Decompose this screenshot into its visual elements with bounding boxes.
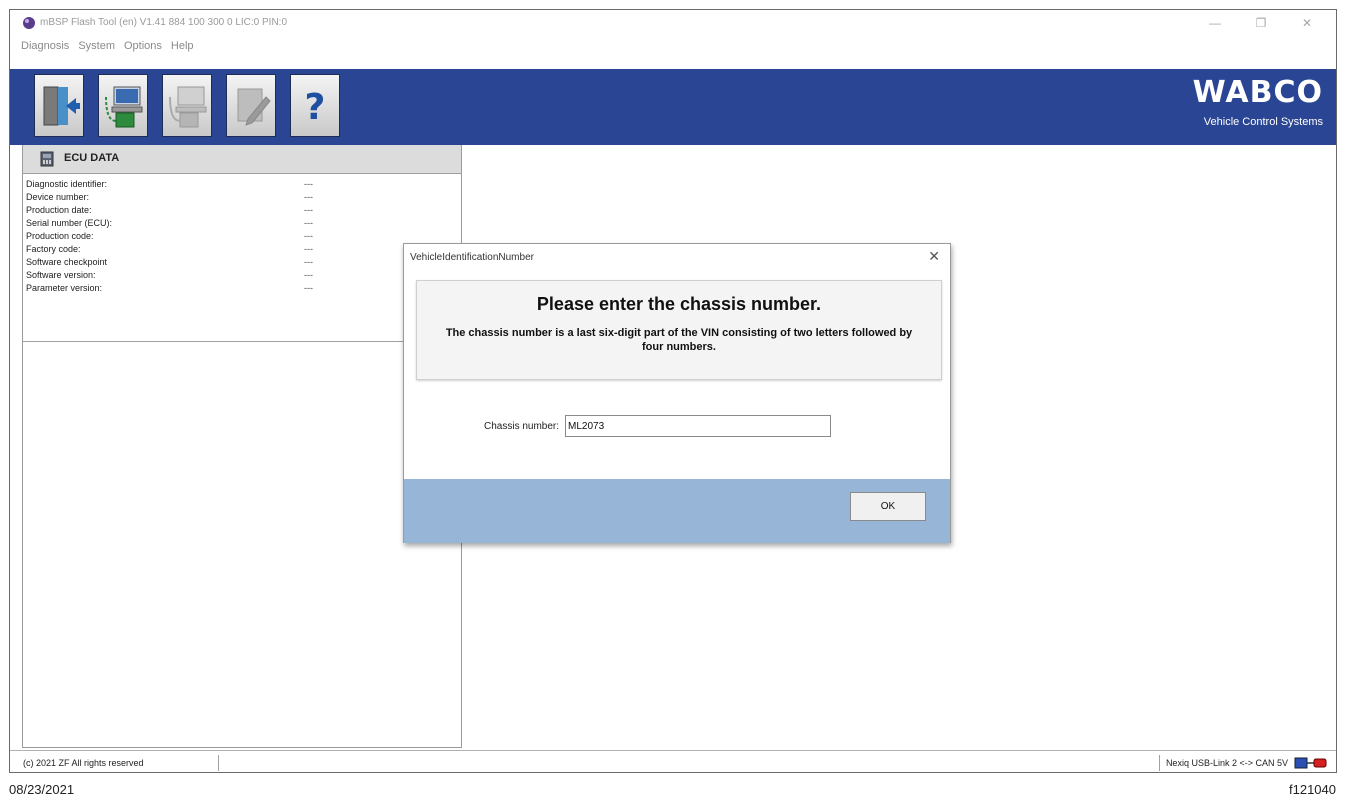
chassis-number-label: Chassis number:: [484, 421, 560, 432]
help-icon: ?: [305, 87, 326, 128]
connection-status: Nexiq USB-Link 2 <-> CAN 5V: [1158, 755, 1328, 771]
row-label: Parameter version:: [26, 283, 103, 293]
data-row: Device number: ---: [26, 192, 313, 204]
usb-link-icon: [1294, 757, 1327, 769]
ecu-connect-button[interactable]: [98, 74, 148, 137]
row-label: Software checkpoint: [26, 257, 108, 267]
dialog-message-box: Please enter the chassis number. The cha…: [416, 280, 942, 380]
data-row: Factory code: ---: [26, 244, 313, 256]
ecu-icon: [40, 151, 54, 167]
data-row: Parameter version: ---: [26, 283, 313, 295]
data-row: Diagnostic identifier: ---: [26, 179, 313, 191]
chassis-number-input[interactable]: [565, 415, 831, 437]
edit-button[interactable]: [226, 74, 276, 137]
row-label: Device number:: [26, 192, 90, 202]
data-row: Production date: ---: [26, 205, 313, 217]
brand: WABCO Vehicle Control Systems: [1193, 75, 1323, 128]
caption-figure-id: f121040: [1289, 782, 1336, 797]
ecu-disconnect-button[interactable]: [162, 74, 212, 137]
row-value: ---: [304, 270, 313, 280]
brand-subtitle: Vehicle Control Systems: [1203, 116, 1323, 128]
row-value: ---: [304, 218, 313, 228]
row-value: ---: [304, 231, 313, 241]
menu-options[interactable]: Options: [120, 40, 166, 52]
svg-text:?: ?: [305, 87, 326, 128]
app-icon: [23, 17, 35, 29]
row-label: Serial number (ECU):: [26, 218, 113, 228]
menu-bar: Diagnosis System Options Help: [10, 36, 1336, 56]
data-row: Production code: ---: [26, 231, 313, 243]
connection-text: Nexiq USB-Link 2 <-> CAN 5V: [1165, 758, 1288, 768]
row-value: ---: [304, 244, 313, 254]
help-button[interactable]: ?: [290, 74, 340, 137]
menu-help[interactable]: Help: [167, 40, 198, 52]
row-value: ---: [304, 205, 313, 215]
menu-diagnosis[interactable]: Diagnosis: [17, 40, 73, 52]
panel-title: ECU DATA: [64, 152, 120, 164]
status-bar: (c) 2021 ZF All rights reserved Nexiq US…: [10, 750, 1336, 772]
row-value: ---: [304, 257, 313, 267]
toolbar: ? WABCO Vehicle Control Systems: [10, 69, 1336, 145]
brand-logo: WABCO: [1192, 75, 1323, 110]
ecu-data-table: Diagnostic identifier: --- Device number:…: [23, 174, 461, 342]
copyright-text: (c) 2021 ZF All rights reserved: [23, 755, 219, 771]
menu-system[interactable]: System: [74, 40, 119, 52]
row-label: Factory code:: [26, 244, 81, 254]
exit-button[interactable]: [34, 74, 84, 137]
dialog-title: VehicleIdentificationNumber: [410, 252, 534, 263]
row-value: ---: [304, 179, 313, 189]
minimize-icon[interactable]: —: [1202, 12, 1228, 34]
ecu-disconnect-icon: [169, 86, 207, 127]
edit-icon: [237, 88, 271, 126]
ecu-data-panel: ECU DATA Diagnostic identifier: --- Devic…: [22, 145, 462, 748]
row-value: ---: [304, 192, 313, 202]
data-row: Software version: ---: [26, 270, 313, 282]
dialog-description: The chassis number is a last six-digit p…: [445, 327, 913, 353]
exit-icon: [43, 86, 80, 125]
row-value: ---: [304, 283, 313, 293]
restore-icon[interactable]: ❐: [1248, 12, 1274, 34]
vin-dialog: VehicleIdentificationNumber ✕ Please ent…: [403, 243, 951, 543]
row-label: Software version:: [26, 270, 96, 280]
window-controls: — ❐ ✕: [1202, 12, 1320, 34]
panel-header: ECU DATA: [23, 145, 461, 174]
close-icon[interactable]: ✕: [1294, 12, 1320, 34]
row-label: Production date:: [26, 205, 92, 215]
row-label: Diagnostic identifier:: [26, 179, 108, 189]
ok-button[interactable]: OK: [850, 492, 926, 521]
data-row: Serial number (ECU): ---: [26, 218, 313, 230]
window-title: mBSP Flash Tool (en) V1.41 884 100 300 0…: [40, 17, 288, 28]
row-label: Production code:: [26, 231, 94, 241]
title-bar: mBSP Flash Tool (en) V1.41 884 100 300 0…: [10, 10, 1336, 36]
caption-date: 08/23/2021: [9, 782, 75, 797]
dialog-heading: Please enter the chassis number.: [536, 294, 822, 314]
data-row: Software checkpoint ---: [26, 257, 313, 269]
close-icon[interactable]: ✕: [928, 248, 940, 265]
ecu-connect-icon: [105, 86, 143, 127]
